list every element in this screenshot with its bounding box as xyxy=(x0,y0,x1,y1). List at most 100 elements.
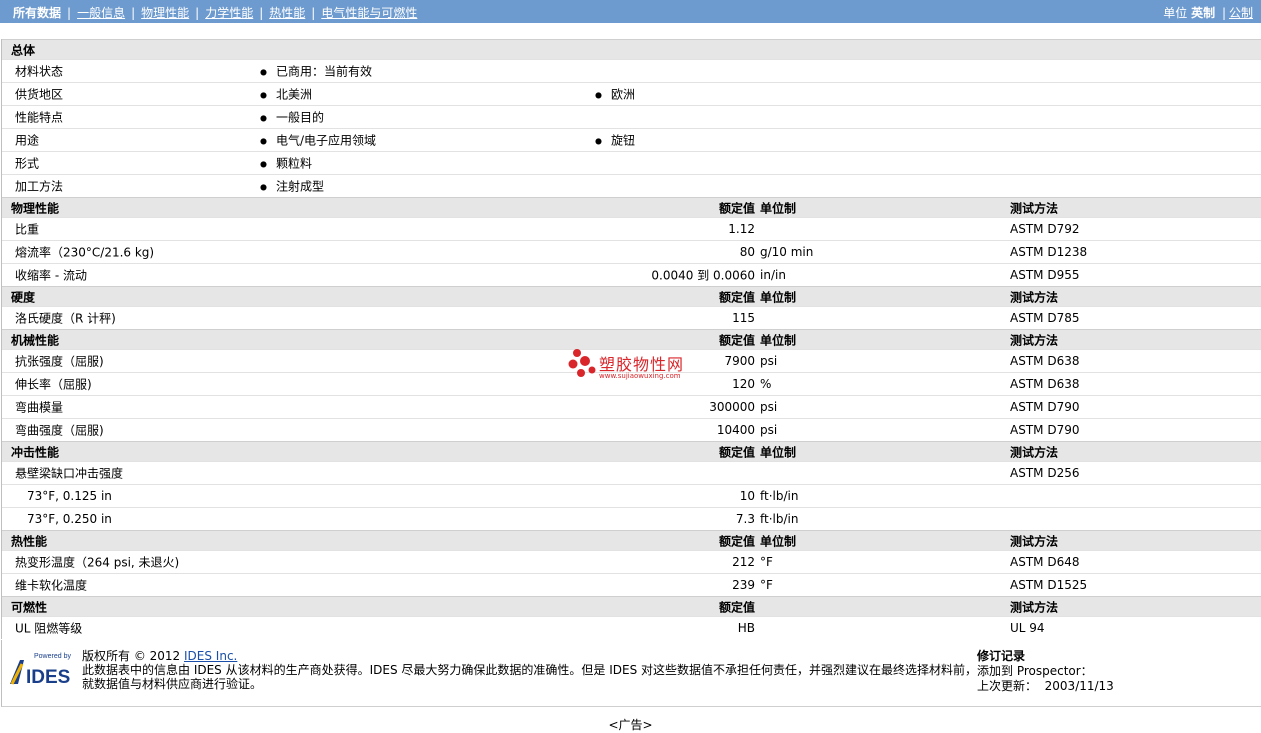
column-header-value: 额定值 xyxy=(718,201,755,215)
column-header-value: 额定值 xyxy=(718,290,755,304)
watermark: 塑胶物性网 www.sujiaowuxing.com xyxy=(568,348,708,388)
tab-physical[interactable]: 物理性能 xyxy=(141,6,189,20)
property-unit: ft·lb/in xyxy=(760,489,799,503)
test-method: ASTM D648 xyxy=(1010,555,1080,569)
property-label: 伸长率（屈服) xyxy=(15,377,92,392)
property-unit: psi xyxy=(760,400,778,414)
property-unit: psi xyxy=(760,354,778,368)
section-title: 热性能 xyxy=(11,534,48,548)
section-header-flammability: 可燃性 额定值 测试方法 xyxy=(2,596,1261,616)
table-row: 维卡软化温度 239 °F ASTM D1525 xyxy=(2,573,1261,596)
property-value: 7.3 xyxy=(735,512,755,526)
watermark-logo-icon xyxy=(568,349,596,377)
property-value: 10400 xyxy=(716,423,755,437)
section-title: 可燃性 xyxy=(11,600,48,614)
test-method: ASTM D1525 xyxy=(1010,578,1088,592)
test-method: ASTM D790 xyxy=(1010,423,1080,437)
property-unit: psi xyxy=(760,423,778,437)
tab-thermal[interactable]: 热性能 xyxy=(269,6,305,20)
tab-mechanical[interactable]: 力学性能 xyxy=(205,6,253,20)
property-label: 热变形温度（264 psi, 未退火) xyxy=(15,555,180,570)
nav-separator: | xyxy=(259,6,264,20)
table-row: 供货地区 北美洲 欧洲 xyxy=(2,82,1261,105)
nav-separator: | xyxy=(1221,6,1226,20)
property-label: 弯曲强度（屈服) xyxy=(15,423,104,438)
section-title: 冲击性能 xyxy=(11,445,60,459)
nav-separator: | xyxy=(311,6,316,20)
tab-general-info[interactable]: 一般信息 xyxy=(77,6,125,20)
property-label: 抗张强度（屈服) xyxy=(15,354,104,369)
column-header-method: 测试方法 xyxy=(1010,445,1059,459)
section-header-physical: 物理性能 额定值 单位制 测试方法 xyxy=(2,197,1261,217)
ides-link[interactable]: IDES Inc. xyxy=(184,649,237,663)
unit-metric-link[interactable]: 公制 xyxy=(1229,6,1253,20)
nav-separator: | xyxy=(195,6,200,20)
revision-updated-label: 上次更新： xyxy=(977,679,1038,693)
property-value: HB xyxy=(737,621,755,635)
disclaimer-line-2: 就数据值与材料供应商进行验证。 xyxy=(82,677,263,691)
property-bullet-value: 注射成型 xyxy=(260,178,324,195)
column-header-method: 测试方法 xyxy=(1010,290,1059,304)
column-header-value: 额定值 xyxy=(718,445,755,459)
test-method: ASTM D256 xyxy=(1010,466,1080,480)
top-nav-bar: 所有数据 | 一般信息 | 物理性能 | 力学性能 | 热性能 | 电气性能与可燃性 单位 英制 |… xyxy=(0,0,1261,23)
disclaimer-line-1: 此数据表中的信息由 IDES 从该材料的生产商处获得。IDES 尽最大努力确保此… xyxy=(82,663,978,677)
ad-placeholder: <广告> xyxy=(608,718,653,732)
property-unit: ft·lb/in xyxy=(760,512,799,526)
property-label: 悬壁梁缺口冲击强度 xyxy=(15,466,124,481)
table-row: 性能特点 一般目的 xyxy=(2,105,1261,128)
property-value: 115 xyxy=(732,311,755,325)
property-unit: °F xyxy=(760,555,773,569)
table-row: 熔流率（230°C/21.6 kg) 80 g/10 min ASTM D1238 xyxy=(2,240,1261,263)
column-header-method: 测试方法 xyxy=(1010,333,1059,347)
property-bullet-value: 电气/电子应用领域 xyxy=(260,132,376,149)
property-value: 120 xyxy=(732,377,755,391)
table-row: 弯曲强度（屈服) 10400 psi ASTM D790 xyxy=(2,418,1261,441)
test-method: ASTM D792 xyxy=(1010,222,1080,236)
watermark-url: www.sujiaowuxing.com xyxy=(599,372,681,380)
logo-powered-by: Powered by xyxy=(34,653,71,660)
property-value: 10 xyxy=(739,489,755,503)
property-label: 供货地区 xyxy=(15,87,64,102)
section-header-impact: 冲击性能 额定值 单位制 测试方法 xyxy=(2,441,1261,461)
table-row: 形式 颗粒料 xyxy=(2,151,1261,174)
column-header-method: 测试方法 xyxy=(1010,600,1059,614)
column-header-unit: 单位制 xyxy=(760,445,797,459)
section-title: 机械性能 xyxy=(11,333,60,347)
unit-english: 英制 xyxy=(1191,6,1216,20)
test-method: ASTM D955 xyxy=(1010,268,1080,282)
property-unit: g/10 min xyxy=(760,245,814,259)
column-header-value: 额定值 xyxy=(718,600,755,614)
test-method: ASTM D638 xyxy=(1010,354,1080,368)
revision-added: 添加到 Prospector： xyxy=(977,664,1093,678)
property-label: 收缩率 - 流动 xyxy=(15,268,87,283)
test-method: ASTM D790 xyxy=(1010,400,1080,414)
property-label: 材料状态 xyxy=(15,64,64,79)
column-header-method: 测试方法 xyxy=(1010,534,1059,548)
datasheet-table: 总体 材料状态 已商用：当前有效 供货地区 北美洲 欧洲 性能特点 一般目的 用途 电气/… xyxy=(1,39,1261,639)
property-bullet-value: 旋钮 xyxy=(595,132,635,149)
tab-electrical-flammability[interactable]: 电气性能与可燃性 xyxy=(321,6,417,20)
table-row: 用途 电气/电子应用领域 旋钮 xyxy=(2,128,1261,151)
column-header-value: 额定值 xyxy=(718,534,755,548)
property-unit: % xyxy=(760,377,772,391)
section-tabs: 所有数据 | 一般信息 | 物理性能 | 力学性能 | 热性能 | 电气性能与可燃性 xyxy=(13,4,417,21)
section-header-hardness: 硬度 额定值 单位制 测试方法 xyxy=(2,286,1261,306)
ides-logo-icon[interactable]: Powered by IDES xyxy=(8,650,72,690)
property-bullet-value: 欧洲 xyxy=(595,86,635,103)
tab-all-data[interactable]: 所有数据 xyxy=(13,6,61,20)
property-label: 用途 xyxy=(15,133,40,148)
property-value: 212 xyxy=(732,555,755,569)
table-row: 弯曲模量 300000 psi ASTM D790 xyxy=(2,395,1261,418)
copyright-text: 版权所有 © 2012 xyxy=(82,649,181,663)
section-title: 总体 xyxy=(11,43,36,57)
property-label: 比重 xyxy=(15,222,40,237)
property-label: 弯曲模量 xyxy=(15,400,64,415)
column-header-unit: 单位制 xyxy=(760,333,797,347)
property-value: 0.0040 到 0.0060 xyxy=(651,268,755,283)
property-label: 加工方法 xyxy=(15,179,64,194)
revision-updated-date: 2003/11/13 xyxy=(1044,679,1114,693)
section-title: 物理性能 xyxy=(11,201,60,215)
units-label: 单位 xyxy=(1163,6,1188,20)
footer: Powered by IDES 版权所有 © 2012 IDES Inc. 此数… xyxy=(1,640,1261,707)
